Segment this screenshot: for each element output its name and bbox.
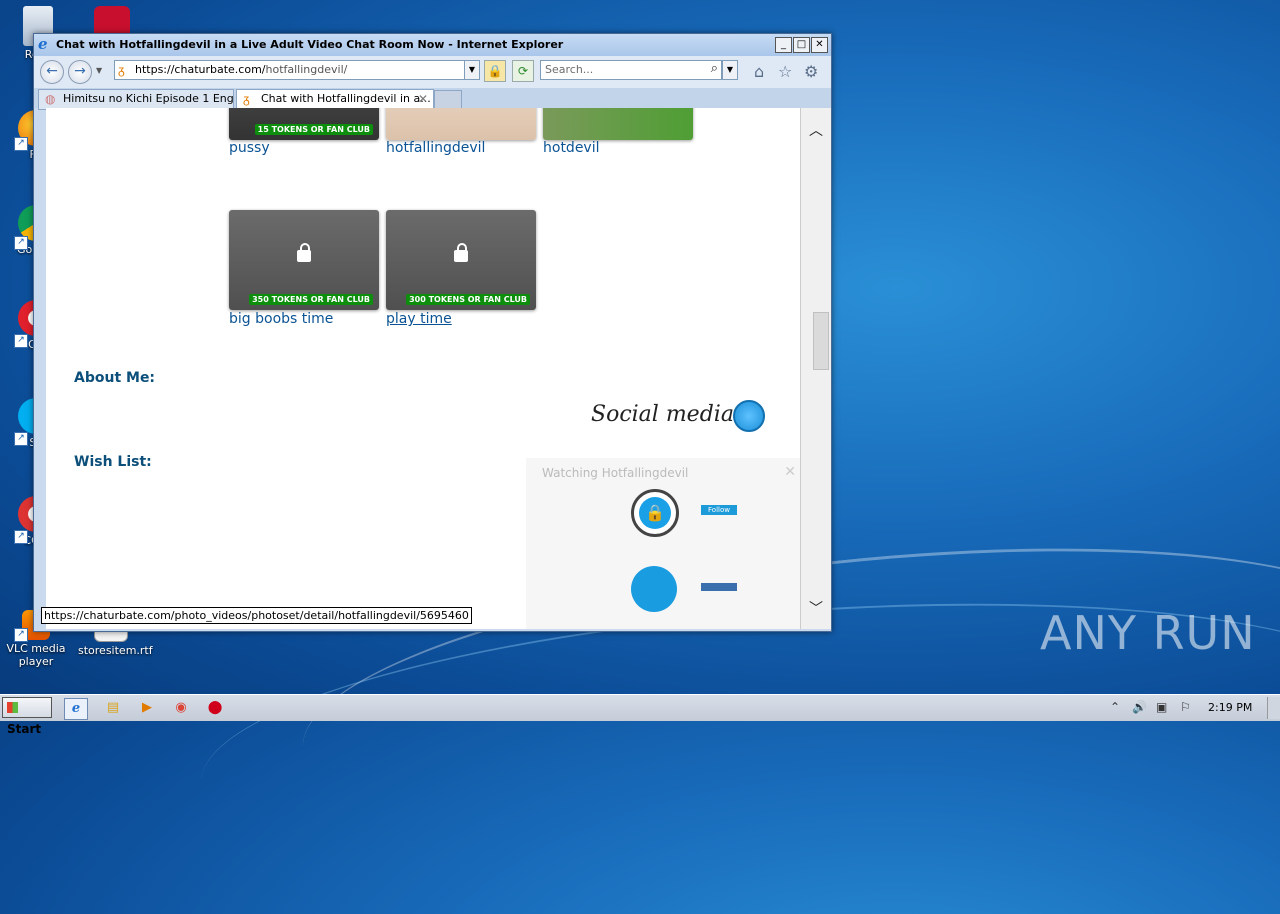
new-tab-button[interactable] [434, 90, 462, 109]
photo-set-title[interactable]: hotdevil [543, 140, 600, 156]
overlay-close-icon[interactable]: ✕ [784, 464, 796, 480]
scroll-thumb[interactable] [813, 312, 829, 370]
ie-logo-icon: e [38, 35, 48, 53]
taskbar-ie-icon[interactable]: e [64, 698, 88, 720]
shortcut-arrow-icon: ↗ [14, 334, 28, 348]
start-label: Start [7, 722, 42, 736]
photo-set-thumbnail[interactable]: 300 TOKENS OR FAN CLUB [386, 210, 536, 310]
globe-icon [733, 400, 765, 432]
taskbar-chrome-icon[interactable]: ◉ [170, 698, 192, 718]
watermark-text: ANY RUN [1040, 606, 1256, 660]
infinity-circle-icon[interactable] [631, 566, 677, 612]
photo-set-thumbnail[interactable]: 350 TOKENS OR FAN CLUB [229, 210, 379, 310]
maximize-button[interactable]: □ [793, 37, 810, 53]
tab-label: Himitsu no Kichi Episode 1 Englis... [63, 92, 234, 105]
volume-icon[interactable]: 🔊 [1132, 700, 1147, 714]
search-icon[interactable]: ⌕ [711, 61, 718, 76]
security-lock-icon[interactable]: 🔒 [484, 60, 506, 82]
shortcut-arrow-icon: ↗ [14, 137, 28, 151]
photo-set-title[interactable]: pussy [229, 140, 270, 156]
search-placeholder: Search... [545, 63, 594, 76]
system-tray: ⌃ 🔊 ▣ ⚐ [1104, 695, 1280, 721]
home-icon[interactable]: ⌂ [754, 62, 764, 81]
page-content: 15 TOKENS OR FAN CLUB pussy hotfallingde… [46, 108, 800, 629]
taskbar-explorer-icon[interactable]: ▤ [102, 698, 124, 718]
gear-icon[interactable]: ⚙ [804, 62, 818, 81]
photo-set-thumbnail[interactable]: 15 TOKENS OR FAN CLUB [229, 108, 379, 140]
show-desktop-button[interactable] [1267, 697, 1280, 719]
search-dropdown-button[interactable]: ▼ [722, 60, 738, 80]
tab-label: Chat with Hotfallingdevil in a... [261, 92, 431, 105]
address-bar[interactable]: ᵹ https://chaturbate.com/hotfallingdevil… [114, 60, 480, 80]
photo-set-title[interactable]: big boobs time [229, 311, 333, 327]
favorites-star-icon[interactable]: ☆ [778, 62, 792, 81]
site-favicon-icon: ᵹ [118, 63, 125, 77]
ie-window: e Chat with Hotfallingdevil in a Live Ad… [33, 33, 832, 632]
photo-set-title[interactable]: play time [386, 311, 452, 327]
tab-favicon-icon: ◍ [45, 92, 56, 106]
anyrun-watermark: ANY RUN [1040, 606, 1256, 660]
address-url: https://chaturbate.com/hotfallingdevil/ [135, 63, 347, 76]
windows-flag-icon [7, 702, 18, 713]
watching-label: Watching Hotfallingdevil [542, 466, 689, 480]
window-controls: _ □ ✕ [775, 37, 828, 53]
start-button[interactable]: Start [2, 697, 52, 736]
photo-set-thumbnail[interactable] [543, 108, 693, 140]
follow-button-secondary[interactable] [701, 583, 737, 591]
history-dropdown-icon[interactable]: ▼ [96, 66, 102, 75]
close-button[interactable]: ✕ [811, 37, 828, 53]
tab-chaturbate[interactable]: ᵹ Chat with Hotfallingdevil in a... ✕ [236, 89, 434, 110]
url-path: hotfallingdevil/ [265, 63, 348, 76]
follow-button[interactable]: Follow [701, 505, 737, 515]
shortcut-arrow-icon: ↗ [14, 628, 28, 642]
navigation-bar: ← → ▼ ᵹ https://chaturbate.com/hotfallin… [34, 56, 831, 88]
scroll-down-arrow-icon[interactable]: ﹀ [809, 598, 823, 618]
taskbar: Start e ▤ ▶ ◉ ⬤ ⌃ 🔊 ▣ ⚐ 2:19 PM [0, 694, 1280, 736]
tab-close-icon[interactable]: ✕ [418, 90, 428, 108]
tab-bar: ◍ Himitsu no Kichi Episode 1 Englis... ᵹ… [34, 88, 831, 110]
token-badge: 15 TOKENS OR FAN CLUB [254, 124, 373, 135]
scroll-up-arrow-icon[interactable]: ︿ [809, 120, 823, 140]
tab-himitsu[interactable]: ◍ Himitsu no Kichi Episode 1 Englis... [38, 89, 234, 110]
window-title: Chat with Hotfallingdevil in a Live Adul… [56, 38, 564, 51]
action-center-flag-icon[interactable]: ⚐ [1180, 700, 1191, 714]
desktop-icon-label: VLC media player [6, 642, 66, 668]
address-dropdown-button[interactable]: ▼ [464, 60, 480, 80]
about-me-heading: About Me: [74, 370, 156, 386]
desktop-icon-label: storesitem.rtf [78, 644, 153, 657]
tab-favicon-icon: ᵹ [243, 92, 250, 106]
taskbar-opera-icon[interactable]: ⬤ [204, 698, 226, 718]
status-bar-url: https://chaturbate.com/photo_videos/phot… [41, 607, 472, 624]
search-input[interactable]: Search... ⌕ [540, 60, 722, 80]
minimize-button[interactable]: _ [775, 37, 792, 53]
taskbar-media-player-icon[interactable]: ▶ [136, 698, 158, 718]
shortcut-arrow-icon: ↗ [14, 530, 28, 544]
lock-icon [297, 243, 311, 262]
lock-icon [454, 243, 468, 262]
tray-expand-icon[interactable]: ⌃ [1110, 700, 1120, 714]
shortcut-arrow-icon: ↗ [14, 432, 28, 446]
photo-set-thumbnail[interactable] [386, 108, 536, 140]
url-host: https://chaturbate.com/ [135, 63, 266, 76]
photo-set-title[interactable]: hotfallingdevil [386, 140, 485, 156]
clock[interactable]: 2:19 PM [1208, 701, 1252, 714]
token-badge: 300 TOKENS OR FAN CLUB [406, 294, 530, 305]
refresh-icon[interactable]: ⟳ [512, 60, 534, 82]
social-media-title: Social media [591, 402, 734, 427]
title-bar[interactable]: e Chat with Hotfallingdevil in a Live Ad… [34, 34, 831, 56]
back-button[interactable]: ← [40, 60, 64, 84]
shortcut-arrow-icon: ↗ [14, 236, 28, 250]
token-badge: 350 TOKENS OR FAN CLUB [249, 294, 373, 305]
lock-circle-icon[interactable]: 🔒 [631, 489, 679, 537]
lock-icon: 🔒 [639, 497, 671, 529]
wish-list-heading: Wish List: [74, 454, 152, 470]
network-icon[interactable]: ▣ [1156, 700, 1167, 714]
vertical-scrollbar[interactable]: ︿ ﹀ [800, 108, 831, 629]
forward-button[interactable]: → [68, 60, 92, 84]
